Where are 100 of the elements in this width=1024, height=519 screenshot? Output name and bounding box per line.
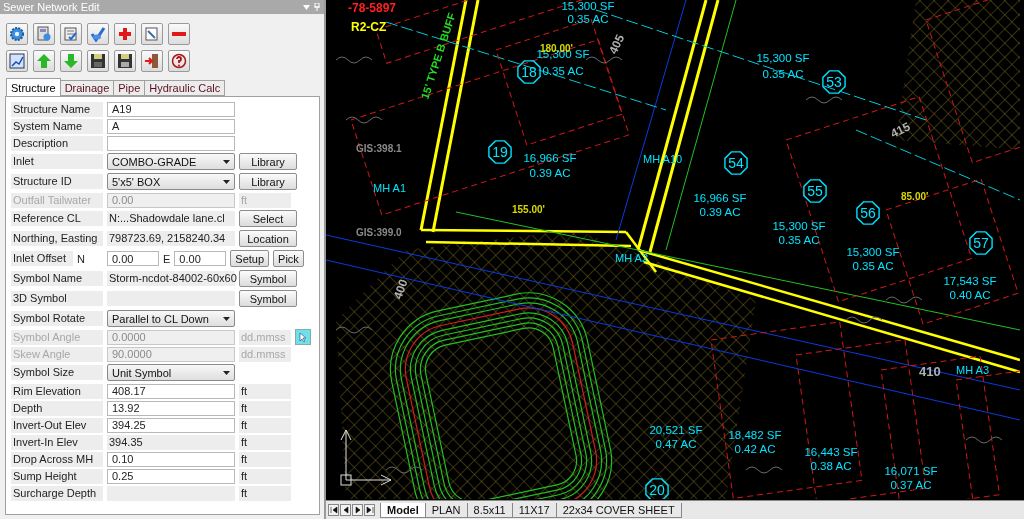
tab-scroll-button[interactable] [328,504,339,516]
tab-scroll-button[interactable] [364,504,375,516]
unit-label: ft [239,434,291,450]
lot-area-label: 15,300 SF [561,0,615,12]
settings-button[interactable] [6,23,28,45]
tab[interactable]: Structure [6,78,61,96]
dropdown-caret-icon [223,316,230,321]
field-value: Storm-ncdot-84002-60x60 [107,271,235,286]
dropdown[interactable]: Parallel to CL Down [107,310,235,327]
lot-acreage-label: 0.39 AC [699,206,741,218]
lot-area-label: 18,482 SF [728,429,782,441]
add-button[interactable] [114,23,136,45]
lot-acreage-label: 0.40 AC [949,289,991,301]
exit-button[interactable] [141,50,163,72]
lot-area-label: 16,443 SF [804,446,858,458]
text-field[interactable]: 13.92 [107,400,235,416]
move-up-button[interactable] [33,50,55,72]
unit-label: ft [239,468,291,484]
save-button[interactable] [87,50,109,72]
field-label: Skew Angle [11,346,103,362]
text-field[interactable]: 0.10 [107,451,235,467]
drawing-annotation: -78-5897 [348,1,397,15]
east-label: E [163,252,171,265]
text-field[interactable] [107,135,235,151]
dropdown[interactable]: COMBO-GRADE [107,153,235,170]
move-down-button[interactable] [60,50,82,72]
text-field[interactable]: 394.25 [107,417,235,433]
unit-label: ft [239,417,291,433]
action-button[interactable]: Select [239,210,297,227]
lot-acreage-label: 0.47 AC [655,438,697,450]
field-label: Outfall Tailwater [11,192,103,208]
field-label: Invert-In Elev [11,434,103,450]
help-icon [171,53,187,69]
lot-area-label: 15,300 SF [756,52,810,64]
edit-document-icon [144,26,160,42]
action-button[interactable]: Symbol [239,290,297,307]
field-label: 3D Symbol [11,291,103,306]
chart-button[interactable] [6,50,28,72]
east-offset-field[interactable]: 0.00 [174,251,227,266]
north-offset-field[interactable]: 0.00 [107,251,159,266]
drawing-annotation: 85.00' [901,191,929,202]
lot-acreage-label: 0.42 AC [734,443,776,455]
notepad-button[interactable] [60,23,82,45]
text-field[interactable]: 408.17 [107,383,235,399]
tab[interactable]: Drainage [59,80,115,96]
action-button[interactable]: Symbol [239,270,297,287]
pipe-button[interactable] [87,23,109,45]
field-label: Invert-Out Elev [11,417,103,433]
calculator-button[interactable] [33,23,55,45]
unit-label: ft [239,192,291,208]
field-label: Symbol Rotate [11,311,103,326]
lot-number-tag: 56 [856,201,880,225]
drawing-annotation: 400 [390,277,411,302]
action-button[interactable]: Setup [230,250,270,267]
manhole-label: MH A3 [956,364,989,376]
field-label: Symbol Angle [11,329,103,345]
save-as-button[interactable] [114,50,136,72]
text-field[interactable]: 0.25 [107,468,235,484]
action-button[interactable]: Library [239,153,297,170]
dropdown-caret-icon [223,179,230,184]
arrow-icon [329,506,338,514]
tab[interactable]: Pipe [113,80,146,96]
lot-acreage-label: 0.38 AC [810,460,852,472]
panel-title: Sewer Network Edit [3,1,100,13]
action-button[interactable]: Library [239,173,297,190]
text-field[interactable]: A [107,118,235,134]
action-button[interactable]: Pick [273,250,304,267]
layout-tab[interactable]: Model [380,502,426,518]
lot-number-tag: 53 [822,70,846,94]
chart-icon [9,53,25,69]
field-label: Symbol Name [11,271,103,286]
tab[interactable]: Hydraulic Calc [144,80,226,96]
layout-tab[interactable]: 22x34 COVER SHEET [555,502,682,518]
edit-button[interactable] [141,23,163,45]
unit-label: ft [239,451,291,467]
action-button[interactable]: Location [239,230,297,247]
field-label: Rim Elevation [11,383,103,399]
lot-area-label: 16,966 SF [693,192,747,204]
ucs-axis-icon [340,429,392,486]
text-field[interactable]: A19 [107,101,235,117]
down-arrow-icon [63,53,79,69]
remove-button[interactable] [168,23,190,45]
help-button[interactable] [168,50,190,72]
field-label: Structure Name [11,101,103,117]
lot-number-tag: 55 [803,179,827,203]
lot-area-label: 15,300 SF [846,246,900,258]
lot-area-label: 15,300 SF [772,220,826,232]
lot-area-label: 16,071 SF [884,465,938,477]
tab-scroll-button[interactable] [340,504,351,516]
field-label: System Name [11,118,103,134]
drawing-annotation: R2-CZ [351,20,387,34]
field-label: Sump Height [11,468,103,484]
manhole-label: MH A1 [373,182,406,194]
field-label: Depth [11,400,103,416]
drawing-annotation: GIS:398.1 [356,143,402,154]
lot-area-label: 17,543 SF [943,275,997,287]
dropdown[interactable]: 5'x5' BOX [107,173,235,190]
field-label: Inlet [11,154,103,169]
dropdown[interactable]: Unit Symbol [107,364,235,381]
tab-scroll-button[interactable] [352,504,363,516]
